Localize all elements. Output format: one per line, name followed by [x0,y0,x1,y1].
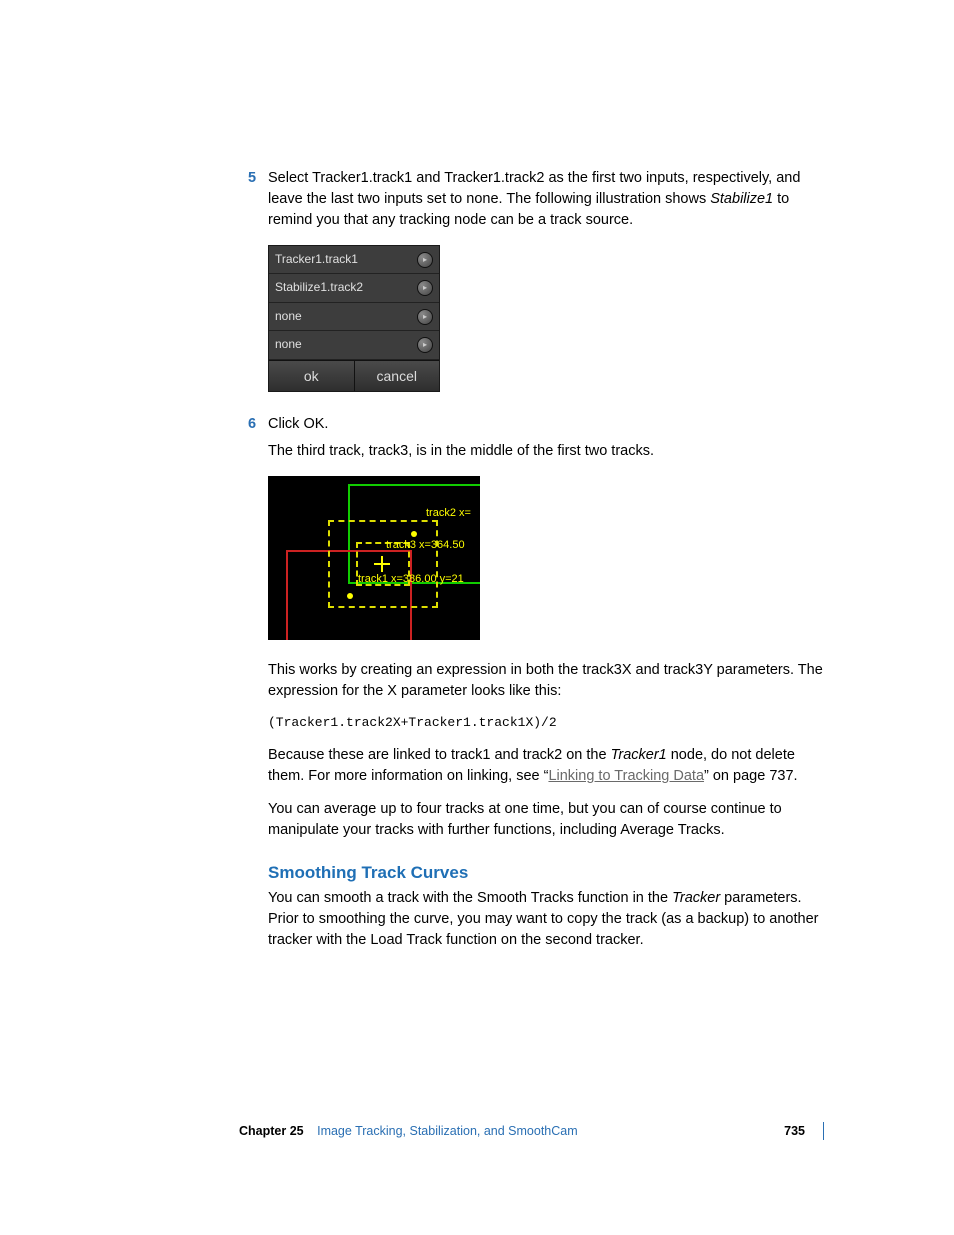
cancel-button[interactable]: cancel [355,361,440,391]
track3-label: track3 x=364.50 [386,538,465,554]
page-footer: Chapter 25 Image Tracking, Stabilization… [239,1122,824,1140]
track2-label: track2 x= [426,506,471,522]
body-smoothing: You can smooth a track with the Smooth T… [268,888,824,951]
panel-row[interactable]: Stabilize1.track2 ▸ [269,274,439,302]
body-average-note: You can average up to four tracks at one… [268,799,824,841]
chapter-label: Chapter 25 [239,1124,304,1138]
step-number: 5 [248,168,256,189]
chapter-title: Image Tracking, Stabilization, and Smoot… [317,1124,578,1138]
track-viewport-figure: track2 x= track3 x=364.50 track1 x=386.0… [268,476,480,640]
tracker-input-panel: Tracker1.track1 ▸ Stabilize1.track2 ▸ no… [268,245,440,392]
page-number: 735 [784,1122,805,1140]
panel-row-label: none [275,336,302,353]
body-linked-note: Because these are linked to track1 and t… [268,745,824,787]
body2-c: ” on page 737. [704,768,798,784]
step5-italic: Stabilize1 [710,191,773,207]
expression-code: (Tracker1.track2X+Tracker1.track1X)/2 [268,714,824,733]
body2-italic: Tracker1 [611,747,667,763]
step5-text: Select Tracker1.track1 and Tracker1.trac… [268,168,824,231]
track-point [347,593,353,599]
track1-label: track1 x=386.00 y=21 [358,572,464,588]
panel-row[interactable]: none ▸ [269,303,439,331]
step6-line1: Click OK. [268,414,824,435]
play-icon[interactable]: ▸ [417,280,433,296]
linking-data-link[interactable]: Linking to Tracking Data [548,768,704,784]
step-number: 6 [248,414,256,435]
body4-a: You can smooth a track with the Smooth T… [268,890,672,906]
play-icon[interactable]: ▸ [417,337,433,353]
track-point [411,531,417,537]
body-expression-intro: This works by creating an expression in … [268,660,824,702]
play-icon[interactable]: ▸ [417,252,433,268]
panel-row-label: Stabilize1.track2 [275,279,363,296]
subheading-smoothing: Smoothing Track Curves [268,861,824,886]
panel-button-bar: ok cancel [269,360,439,391]
play-icon[interactable]: ▸ [417,309,433,325]
panel-row[interactable]: none ▸ [269,331,439,359]
body2-a: Because these are linked to track1 and t… [268,747,611,763]
step6-line2: The third track, track3, is in the middl… [268,441,824,462]
step-5: 5 Select Tracker1.track1 and Tracker1.tr… [268,168,824,231]
panel-row-label: Tracker1.track1 [275,251,358,268]
panel-row[interactable]: Tracker1.track1 ▸ [269,246,439,274]
ok-button[interactable]: ok [269,361,355,391]
step-6: 6 Click OK. The third track, track3, is … [268,414,824,462]
panel-row-label: none [275,308,302,325]
body4-italic: Tracker [672,890,720,906]
